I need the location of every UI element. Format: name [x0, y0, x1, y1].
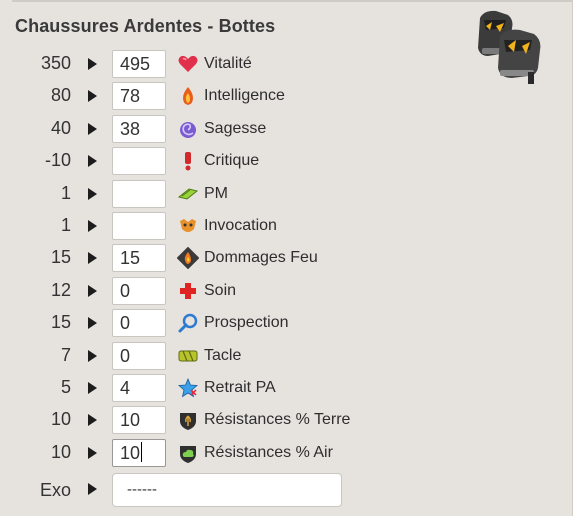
stat-name: Soin — [204, 281, 237, 299]
stat-name: PM — [204, 184, 228, 202]
base-value: 40 — [50, 117, 71, 138]
copy-value-arrow-button[interactable] — [88, 122, 97, 135]
exclamation-icon — [185, 152, 191, 171]
stat-value-input[interactable]: 0 — [112, 309, 166, 338]
stat-value-text: 38 — [120, 118, 141, 139]
copy-value-arrow-button[interactable] — [88, 219, 97, 232]
stat-value-input[interactable] — [112, 179, 166, 208]
stat-value-input[interactable]: 38 — [112, 114, 166, 143]
stat-value-input[interactable]: 78 — [112, 82, 166, 111]
stat-row: 7 0 Tacle — [0, 340, 560, 372]
stat-value-input[interactable] — [112, 147, 166, 176]
copy-value-arrow-button[interactable] — [88, 252, 97, 265]
copy-value-arrow-button[interactable] — [88, 446, 97, 459]
stat-row: 350 495 Vitalité — [0, 48, 560, 80]
base-value: 15 — [50, 312, 71, 333]
base-value: 12 — [50, 279, 71, 300]
base-value: 10 — [50, 441, 71, 462]
stat-row: 1 Invocation — [0, 210, 560, 242]
stat-name: Vitalité — [204, 55, 252, 72]
stat-value-input[interactable]: 10 — [112, 406, 166, 435]
stat-row: 15 0 Prospection — [0, 307, 560, 339]
stat-value-text: 0 — [120, 313, 131, 334]
stat-name: Prospection — [204, 314, 289, 332]
stat-value-text: 10 — [120, 410, 141, 431]
copy-value-arrow-button[interactable] — [88, 414, 97, 427]
base-value: 1 — [60, 182, 71, 203]
stat-row: 10 10 Résistances % Air — [0, 437, 560, 469]
stat-name: Critique — [204, 152, 260, 170]
text-caret — [141, 441, 143, 462]
stat-row: 5 4 Retrait PA — [0, 372, 560, 404]
copy-value-arrow-button[interactable] — [88, 284, 97, 297]
stat-row: 80 78 Intelligence — [0, 80, 560, 112]
stat-name: Tacle — [204, 346, 242, 364]
stat-value-input[interactable]: 4 — [112, 373, 166, 402]
movement-point-icon — [177, 188, 199, 200]
stat-row: 40 38 Sagesse — [0, 113, 560, 145]
heart-icon — [178, 55, 198, 72]
base-value: 1 — [60, 214, 71, 235]
stat-value-input[interactable]: 10 — [112, 438, 166, 467]
base-value: -10 — [44, 150, 71, 171]
stat-value-text: 495 — [120, 54, 151, 74]
stat-row: 15 15 Dommages Feu — [0, 242, 560, 274]
tackle-icon — [178, 350, 198, 362]
stat-row: -10 Critique — [0, 145, 560, 177]
stat-row: 12 0 Soin — [0, 275, 560, 307]
stat-value-input[interactable]: 0 — [112, 276, 166, 305]
stat-rows: 350 495 Vitalité 80 78 Intelligence 40 38 Sagess… — [0, 48, 560, 469]
earth-resistance-icon — [180, 413, 196, 431]
stat-value-text: 10 — [120, 442, 141, 463]
fire-damage-icon — [177, 247, 199, 270]
base-value: 15 — [50, 247, 71, 268]
exo-row: Exo ------ — [0, 472, 560, 512]
copy-value-arrow-button[interactable] — [88, 187, 97, 200]
stat-value-text: 15 — [120, 248, 141, 269]
stat-name: Résistances % Air — [204, 443, 333, 461]
stat-name: Invocation — [204, 216, 277, 234]
stat-name: Intelligence — [204, 87, 285, 105]
stat-value-input[interactable]: 15 — [112, 244, 166, 273]
base-value: 5 — [60, 376, 71, 397]
stat-name: Dommages Feu — [204, 249, 318, 267]
stat-value-text: 4 — [120, 377, 131, 398]
summon-icon — [180, 218, 196, 232]
copy-value-arrow-button[interactable] — [88, 381, 97, 394]
stat-value-text: 78 — [120, 86, 141, 107]
copy-value-arrow-button[interactable] — [88, 58, 97, 70]
heal-cross-icon — [180, 282, 196, 299]
stat-name: Résistances % Terre — [204, 411, 351, 429]
stat-value-input[interactable]: 0 — [112, 341, 166, 370]
stat-row: 1 PM — [0, 178, 560, 210]
magnifier-icon — [178, 313, 198, 333]
item-title: Chaussures Ardentes - Bottes — [15, 16, 276, 36]
stat-value-text: 0 — [120, 280, 131, 301]
fire-icon — [183, 87, 193, 106]
exo-input[interactable]: ------ — [112, 473, 342, 507]
ap-reduction-icon — [178, 377, 198, 398]
stat-value-input[interactable] — [112, 211, 166, 240]
copy-value-arrow-button[interactable] — [88, 317, 97, 330]
top-divider — [12, 0, 573, 2]
base-value: 10 — [50, 409, 71, 430]
stat-value-input[interactable]: 495 — [112, 50, 166, 78]
stat-name: Sagesse — [204, 119, 267, 137]
swirl-icon — [180, 121, 196, 138]
stat-row: 10 10 Résistances % Terre — [0, 404, 560, 436]
copy-value-arrow-button[interactable] — [88, 155, 97, 168]
base-value: 7 — [60, 344, 71, 365]
base-value: 80 — [50, 85, 71, 106]
copy-value-arrow-button[interactable] — [88, 349, 97, 362]
air-resistance-icon — [180, 445, 196, 463]
exo-arrow-button[interactable] — [88, 483, 97, 495]
exo-label: Exo — [39, 480, 71, 500]
stat-value-text: 0 — [120, 345, 131, 366]
base-value: 350 — [40, 53, 71, 73]
stat-name: Retrait PA — [204, 378, 276, 396]
copy-value-arrow-button[interactable] — [88, 90, 97, 103]
